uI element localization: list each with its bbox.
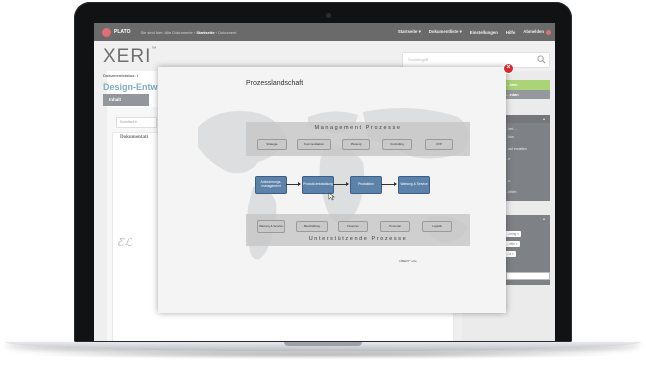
core-anforderungsmanagement[interactable]: Anforderungs-management xyxy=(255,176,287,194)
management-label: Management Prozesse xyxy=(314,125,402,131)
process-strategie[interactable]: Strategie xyxy=(257,139,287,150)
process-kvp[interactable]: KVP xyxy=(425,139,453,150)
process-planung[interactable]: Planung xyxy=(342,139,370,150)
modal-footer-credit: LIBERT° eXe xyxy=(399,259,417,263)
support-personal[interactable]: Personal xyxy=(380,221,410,232)
camera-icon xyxy=(326,13,331,18)
process-controlling[interactable]: Controlling xyxy=(382,139,412,150)
mouse-cursor-icon xyxy=(328,192,335,201)
support-label: Unterstützende Prozesse xyxy=(308,236,408,242)
support-logistik[interactable]: Logistik xyxy=(422,221,452,232)
laptop-notch xyxy=(284,342,362,346)
core-produktion[interactable]: Produktion xyxy=(350,176,382,194)
core-wartung-service[interactable]: Wartung & Service xyxy=(398,176,430,194)
flow-arrow xyxy=(333,182,349,186)
laptop-shadow xyxy=(18,351,628,359)
flow-arrow xyxy=(286,182,301,186)
screen: PLATO Sie sind hier: Alle Dokumente › St… xyxy=(94,23,555,341)
flow-arrow xyxy=(381,182,397,186)
process-map-modal: Prozesslandschaft Management Prozesse St… xyxy=(158,67,506,313)
modal-title: Prozesslandschaft xyxy=(246,80,304,87)
support-beschaffung[interactable]: Beschaffung xyxy=(296,221,328,232)
process-kommunikation[interactable]: Kommunikation xyxy=(297,139,331,150)
support-wartung[interactable]: Wartung & Service xyxy=(257,220,285,233)
support-finanzen[interactable]: Finanzen xyxy=(338,221,368,232)
close-icon[interactable]: × xyxy=(503,63,514,74)
